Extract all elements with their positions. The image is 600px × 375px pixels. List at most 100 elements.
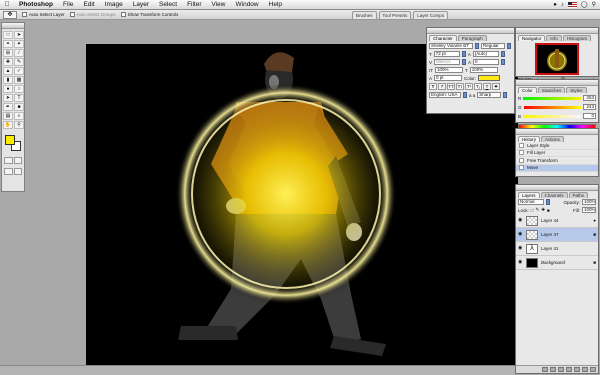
all-caps-button[interactable]: TT (447, 83, 455, 90)
screen-mode-standard-icon[interactable] (4, 168, 13, 175)
layer-row-selected[interactable]: ◉ Layer 47 ■ (516, 228, 598, 242)
us-flag-icon[interactable] (567, 1, 577, 8)
well-tab-brushes[interactable]: Brushes (352, 11, 377, 19)
horizontal-scale-field[interactable]: 100% (469, 67, 498, 73)
history-brush-source-icon[interactable] (519, 150, 524, 156)
subscript-button[interactable]: T₁ (474, 83, 482, 90)
spotlight-icon[interactable]: ⚲ (592, 1, 596, 8)
tab-paths[interactable]: Paths (568, 192, 589, 198)
eraser-tool-icon[interactable]: ▮ (3, 76, 13, 84)
notes-tool-icon[interactable]: ▤ (3, 112, 13, 120)
tracking-dropdown-icon[interactable] (501, 59, 506, 65)
history-brush-source-icon[interactable] (519, 165, 524, 171)
move-tool-preset-icon[interactable]: ✥ (3, 10, 17, 19)
healing-brush-tool-icon[interactable]: ✚ (3, 58, 13, 66)
layer-name[interactable]: Layer 47 (541, 232, 559, 237)
path-selection-tool-icon[interactable]: ➤ (3, 94, 13, 102)
brush-tool-icon[interactable]: ✎ (14, 58, 24, 66)
lock-transparency-icon[interactable]: □ (531, 208, 534, 213)
leading-dropdown-icon[interactable] (500, 51, 505, 57)
superscript-button[interactable]: T¹ (465, 83, 473, 90)
add-layer-style-icon[interactable] (550, 367, 556, 372)
layer-row[interactable]: ◉ λ Layer 41 (516, 242, 598, 256)
layer-name[interactable]: Background (541, 260, 565, 265)
color-b-value[interactable]: 0 (583, 113, 596, 119)
link-layers-icon[interactable] (542, 367, 548, 372)
marquee-tool-icon[interactable]: □ (3, 31, 13, 39)
eyedropper-tool-icon[interactable]: ⌕ (14, 112, 24, 120)
color-g-value[interactable]: 243 (583, 104, 596, 110)
tab-channels[interactable]: Channels (540, 192, 568, 198)
tab-swatches[interactable]: Swatches (537, 87, 566, 93)
bluetooth-icon[interactable]: ● (553, 2, 557, 8)
vertical-scale-field[interactable]: 100% (435, 67, 463, 73)
auto-select-groups-checkbox[interactable]: Auto Select Groups (69, 12, 116, 17)
tab-layers[interactable]: Layers (518, 192, 540, 198)
baseline-shift-field[interactable]: 0 pt (434, 75, 463, 81)
magic-wand-tool-icon[interactable]: ✦ (14, 40, 24, 48)
history-item[interactable]: Fill Layer (516, 150, 598, 157)
font-family-field[interactable]: Shelley Volante BT (429, 43, 473, 49)
tracking-field[interactable]: 0 (473, 59, 500, 65)
tab-color[interactable]: Color (518, 87, 537, 93)
fill-field[interactable]: 100% (582, 207, 596, 213)
language-dropdown-icon[interactable] (463, 92, 467, 98)
color-r-value[interactable]: 253 (583, 95, 596, 101)
history-brush-tool-icon[interactable]: ✓ (14, 67, 24, 75)
layer-visibility-eye-icon[interactable]: ◉ (518, 246, 523, 251)
blend-mode-dropdown-icon[interactable] (546, 199, 550, 205)
pen-tool-icon[interactable]: ✒ (3, 103, 13, 111)
apple-menu-icon[interactable]:  (0, 1, 14, 8)
blur-tool-icon[interactable]: ● (3, 85, 13, 93)
auto-select-layer-checkbox[interactable]: Auto Select Layer (22, 12, 65, 17)
volume-icon[interactable]: ♪ (561, 2, 564, 8)
clock-icon[interactable]: ◯ (581, 1, 588, 8)
history-brush-source-icon[interactable] (519, 142, 524, 148)
menu-edit[interactable]: Edit (78, 0, 99, 10)
menu-image[interactable]: Image (100, 0, 128, 10)
layer-name[interactable]: Layer 41 (541, 246, 559, 251)
gradient-tool-icon[interactable]: ▩ (14, 76, 24, 84)
layer-visibility-eye-icon[interactable]: ◉ (518, 232, 523, 237)
crop-tool-icon[interactable]: ⊞ (3, 49, 13, 57)
blend-mode-select[interactable]: Normal (518, 199, 544, 205)
menu-layer[interactable]: Layer (128, 0, 154, 10)
new-fill-layer-icon[interactable] (566, 367, 572, 372)
font-family-dropdown-icon[interactable] (475, 43, 479, 49)
lock-position-icon[interactable]: ✚ (541, 207, 545, 213)
layer-visibility-eye-icon[interactable]: ◉ (518, 260, 523, 265)
color-b-slider[interactable] (523, 114, 581, 118)
font-style-dropdown-icon[interactable] (507, 43, 511, 49)
new-layer-icon[interactable] (582, 367, 588, 372)
underline-button[interactable]: T (483, 83, 491, 90)
language-field[interactable]: English: USA (429, 92, 461, 98)
slice-tool-icon[interactable]: ∕ (14, 49, 24, 57)
shape-tool-icon[interactable]: ■ (14, 103, 24, 111)
antialias-dropdown-icon[interactable] (503, 92, 508, 98)
history-brush-source-icon[interactable] (519, 157, 524, 163)
strikethrough-button[interactable]: T (492, 83, 500, 90)
leading-field[interactable]: (Auto) (472, 51, 499, 57)
add-mask-icon[interactable] (558, 367, 564, 372)
type-tool-icon[interactable]: T (14, 94, 24, 102)
lock-pixels-icon[interactable]: ✎ (535, 207, 539, 213)
tab-histogram[interactable]: Histogram (562, 35, 592, 41)
hand-tool-icon[interactable]: ✋ (3, 121, 13, 129)
color-r-slider[interactable] (523, 96, 581, 100)
tab-info[interactable]: Info (546, 35, 562, 41)
zoom-tool-icon[interactable]: ⚲ (14, 121, 24, 129)
navigator-thumbnail[interactable] (535, 43, 579, 75)
faux-italic-button[interactable]: T (438, 83, 446, 90)
show-transform-checkbox[interactable]: Show Transform Controls (120, 12, 178, 17)
tab-character[interactable]: Character (429, 35, 457, 41)
move-tool-icon[interactable]: ➤ (14, 31, 24, 39)
dodge-tool-icon[interactable]: ○ (14, 85, 24, 93)
lasso-tool-icon[interactable]: ⚭ (3, 40, 13, 48)
small-caps-button[interactable]: Tт (456, 83, 464, 90)
kerning-field[interactable]: Metrics (434, 59, 461, 65)
menu-view[interactable]: View (207, 0, 231, 10)
antialias-field[interactable]: Sharp (477, 92, 502, 98)
delete-layer-icon[interactable] (590, 367, 596, 372)
clone-stamp-tool-icon[interactable]: ▲ (3, 67, 13, 75)
new-group-icon[interactable] (574, 367, 580, 372)
